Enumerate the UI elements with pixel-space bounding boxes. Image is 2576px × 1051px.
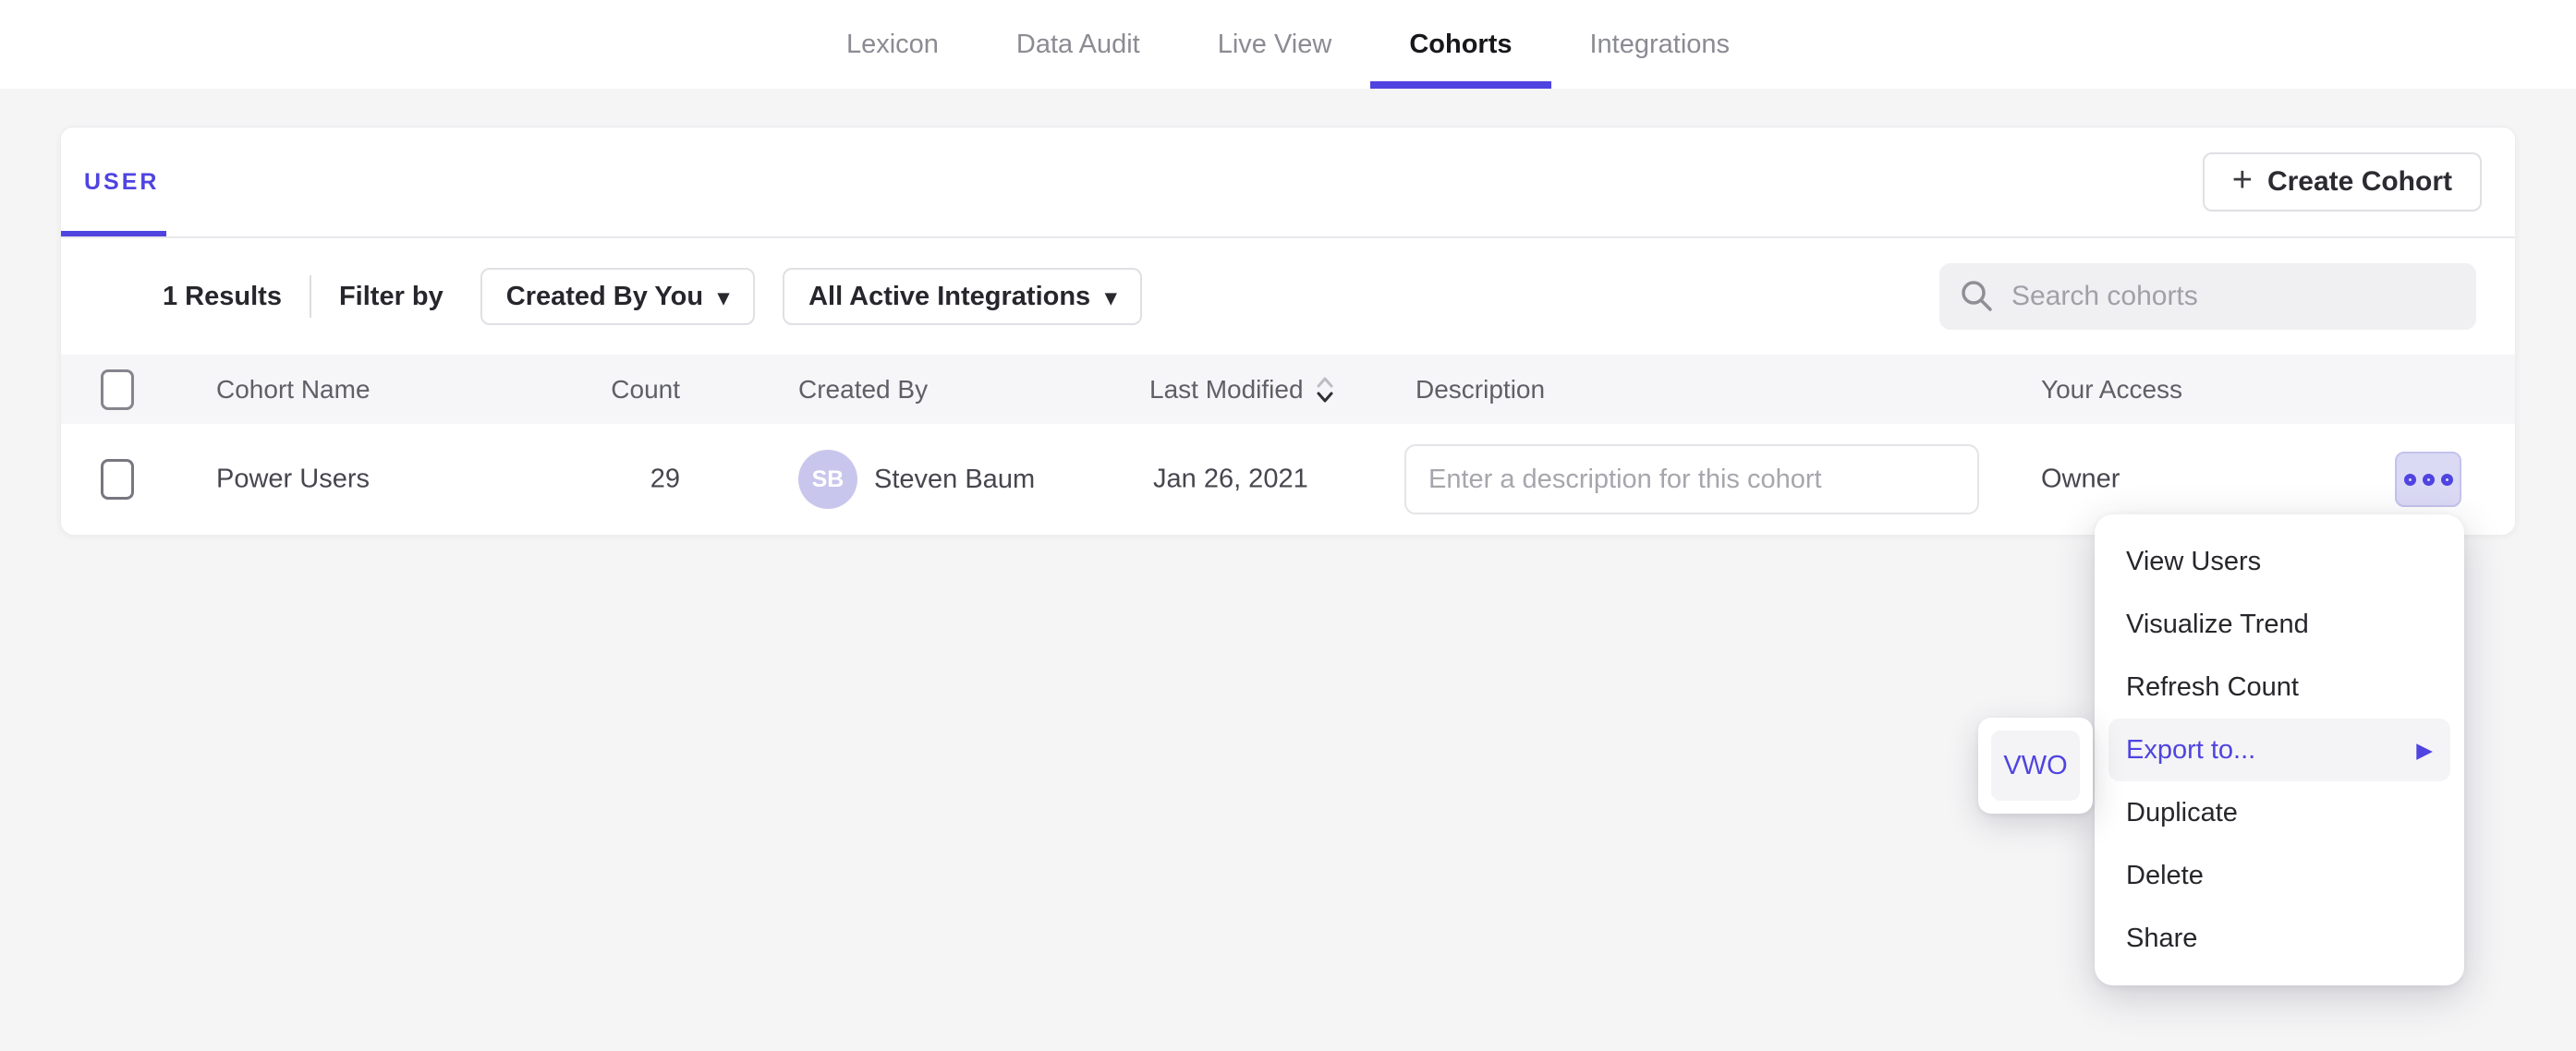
last-modified-date: Jan 26, 2021 xyxy=(1153,465,1308,495)
create-cohort-button[interactable]: + Create Cohort xyxy=(2203,152,2482,211)
menu-item-label: Export to... xyxy=(2126,735,2255,766)
access-value: Owner xyxy=(2041,465,2120,495)
description-input[interactable] xyxy=(1404,444,1979,514)
submenu-item-vwo[interactable]: VWO xyxy=(1991,731,2080,801)
menu-item-export-to[interactable]: Export to... ▶ xyxy=(2108,719,2450,781)
menu-item-label: View Users xyxy=(2126,547,2261,577)
cohort-type-tabstrip: USER + Create Cohort xyxy=(61,127,2515,236)
row-checkbox-cell xyxy=(101,459,134,500)
column-description: Description xyxy=(1416,375,1545,405)
menu-item-view-users[interactable]: View Users xyxy=(2108,530,2450,593)
search-icon xyxy=(1960,279,1995,314)
created-by-cell: SB Steven Baum xyxy=(798,450,1035,509)
column-cohort-name: Cohort Name xyxy=(216,375,371,405)
created-by-filter-value: Created By You xyxy=(506,282,703,312)
row-actions-menu: View Users Visualize Trend Refresh Count… xyxy=(2095,514,2464,985)
integrations-filter-value: All Active Integrations xyxy=(808,282,1090,312)
sort-icon xyxy=(1315,373,1335,406)
tab-data-audit[interactable]: Data Audit xyxy=(978,0,1179,89)
cohort-name-link[interactable]: Power Users xyxy=(216,465,370,495)
menu-item-share[interactable]: Share xyxy=(2108,907,2450,970)
cohorts-panel: USER + Create Cohort 1 Results Filter by… xyxy=(60,127,2516,535)
cohort-count: 29 xyxy=(528,465,680,495)
menu-item-label: Refresh Count xyxy=(2126,672,2299,703)
filter-toolbar: 1 Results Filter by Created By You ▾ All… xyxy=(61,238,2515,355)
menu-item-label: Share xyxy=(2126,924,2197,954)
column-last-modified[interactable]: Last Modified xyxy=(1149,373,1335,406)
menu-item-visualize-trend[interactable]: Visualize Trend xyxy=(2108,593,2450,656)
toolbar-divider xyxy=(310,275,311,318)
menu-item-label: Visualize Trend xyxy=(2126,610,2309,640)
ellipsis-icon xyxy=(2404,474,2416,486)
tab-lexicon[interactable]: Lexicon xyxy=(808,0,978,89)
caret-down-icon: ▾ xyxy=(1105,284,1116,311)
column-created-by: Created By xyxy=(798,375,928,405)
plus-icon: + xyxy=(2232,163,2253,198)
ellipsis-icon xyxy=(2423,474,2435,486)
select-all-checkbox[interactable] xyxy=(101,369,134,410)
menu-item-label: Delete xyxy=(2126,861,2204,891)
row-checkbox[interactable] xyxy=(101,459,134,500)
tab-user-cohorts[interactable]: USER xyxy=(84,127,159,236)
integrations-filter-dropdown[interactable]: All Active Integrations ▾ xyxy=(783,268,1142,325)
tab-integrations[interactable]: Integrations xyxy=(1551,0,1769,89)
menu-item-delete[interactable]: Delete xyxy=(2108,844,2450,907)
filter-by-label: Filter by xyxy=(339,282,444,312)
submenu-arrow-icon: ▶ xyxy=(2416,738,2433,763)
select-all-checkbox-cell xyxy=(101,369,134,410)
create-cohort-label: Create Cohort xyxy=(2267,166,2452,198)
column-your-access: Your Access xyxy=(2041,375,2182,405)
avatar: SB xyxy=(798,450,857,509)
filter-group: 1 Results Filter by Created By You ▾ All… xyxy=(163,238,1142,355)
created-by-name: Steven Baum xyxy=(874,465,1035,495)
menu-item-duplicate[interactable]: Duplicate xyxy=(2108,781,2450,844)
search-cohorts-box xyxy=(1939,263,2476,330)
search-cohorts-input[interactable] xyxy=(2011,281,2456,312)
caret-down-icon: ▾ xyxy=(718,284,729,311)
menu-item-label: Duplicate xyxy=(2126,798,2238,828)
row-actions-button[interactable] xyxy=(2395,452,2461,507)
tab-cohorts[interactable]: Cohorts xyxy=(1370,0,1550,89)
column-count: Count xyxy=(528,375,680,405)
top-navigation: Lexicon Data Audit Live View Cohorts Int… xyxy=(0,0,2576,89)
column-last-modified-label: Last Modified xyxy=(1149,375,1304,405)
tab-live-view[interactable]: Live View xyxy=(1179,0,1371,89)
export-submenu: VWO xyxy=(1978,718,2093,814)
table-header: Cohort Name Count Created By Last Modifi… xyxy=(61,355,2515,424)
results-count: 1 Results xyxy=(163,282,282,312)
ellipsis-icon xyxy=(2441,474,2453,486)
menu-item-refresh-count[interactable]: Refresh Count xyxy=(2108,656,2450,719)
created-by-filter-dropdown[interactable]: Created By You ▾ xyxy=(480,268,755,325)
